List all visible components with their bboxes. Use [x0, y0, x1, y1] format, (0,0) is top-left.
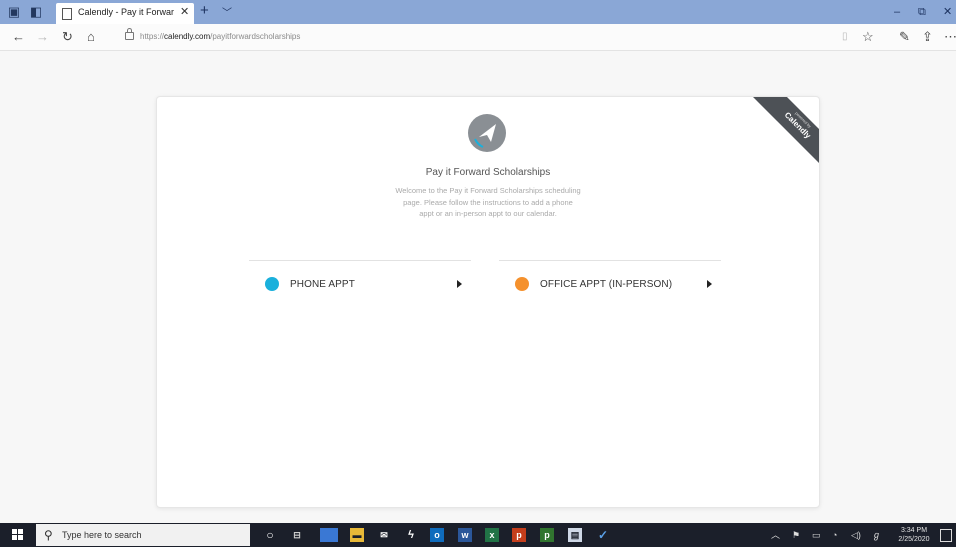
url-field[interactable]: https://calendly.com/payitforwardscholar… [140, 32, 300, 41]
windows-taskbar: ⚲ Type here to search ○ ⊟ ▬ ✉ ϟ o w x p … [0, 523, 956, 547]
event-color-dot [515, 277, 529, 291]
event-type-phone-appt[interactable]: PHONE APPT [249, 260, 471, 311]
forward-icon[interactable]: → [36, 29, 49, 45]
clock-time: 3:34 PM [900, 527, 928, 534]
event-type-office-appt[interactable]: OFFICE APPT (IN-PERSON) [499, 260, 721, 311]
tab-title: Calendly - Pay it Forwar [78, 7, 175, 17]
set-aside-tabs-icon[interactable]: ▣ [6, 4, 22, 20]
browser-tab-calendly[interactable]: Calendly - Pay it Forwar ✕ [56, 3, 194, 24]
lightning-app-icon[interactable]: ϟ [404, 528, 418, 542]
home-icon[interactable]: ⌂ [87, 29, 95, 45]
more-icon[interactable]: ⋯ [944, 29, 956, 45]
pen-tray-icon[interactable]: ℊ [872, 529, 881, 541]
show-hidden-icons-chevron[interactable]: ︿ [771, 529, 780, 541]
close-tab-icon[interactable]: ✕ [180, 6, 189, 18]
browser-title-bar: ▣ ◧ Calendly - Pay it Forwar ✕ + ﹀ – ⧉ ✕ [0, 0, 956, 24]
mail-icon[interactable]: ✉ [377, 528, 391, 542]
powered-by-ribbon[interactable]: powered by Calendly [749, 97, 819, 167]
notes-pen-icon[interactable]: ✎ [899, 29, 910, 45]
share-icon[interactable]: ⇪ [922, 29, 933, 45]
back-icon[interactable]: ← [12, 29, 25, 45]
cortana-icon[interactable]: ○ [263, 528, 277, 542]
organization-logo [468, 114, 506, 152]
search-icon: ⚲ [44, 528, 53, 542]
battery-tray-icon[interactable]: ▭ [812, 529, 821, 541]
notepad-icon[interactable]: ▤ [568, 528, 582, 542]
security-tray-icon[interactable]: ⚑ [792, 529, 800, 541]
task-view-icon[interactable]: ⊟ [290, 528, 304, 542]
caret-right-icon [457, 280, 462, 288]
page-title: Pay it Forward Scholarships [425, 167, 551, 178]
caret-right-icon [707, 280, 712, 288]
excel-icon[interactable]: x [485, 528, 499, 542]
event-color-dot [265, 277, 279, 291]
close-window-icon[interactable]: ✕ [943, 5, 952, 19]
file-explorer-icon[interactable]: ▬ [350, 528, 364, 542]
powerpoint-icon[interactable]: p [512, 528, 526, 542]
volume-tray-icon[interactable]: ◁) [851, 529, 861, 541]
project-icon[interactable]: p [540, 528, 554, 542]
minimize-icon[interactable]: – [894, 5, 900, 19]
refresh-icon[interactable]: ↻ [62, 29, 73, 45]
ribbon-small-text: powered by [794, 110, 813, 129]
address-toolbar: ← → ↻ ⌂ https://calendly.com/payitforwar… [0, 24, 956, 51]
search-placeholder: Type here to search [62, 530, 142, 540]
lock-icon[interactable] [125, 28, 134, 40]
taskbar-search-box[interactable]: ⚲ Type here to search [36, 524, 250, 546]
restore-icon[interactable]: ⧉ [918, 5, 926, 19]
url-domain: calendly.com [164, 32, 211, 41]
word-icon[interactable]: w [458, 528, 472, 542]
url-path: /payitforwardscholarships [210, 32, 301, 41]
url-prefix: https:// [140, 32, 165, 41]
network-tray-icon[interactable]: ◔ [832, 529, 837, 541]
tab-list-chevron-icon[interactable]: ﹀ [222, 4, 232, 19]
action-center-icon[interactable] [940, 529, 952, 542]
pinned-app-icon[interactable]: ✓ [596, 528, 610, 542]
edge-browser-icon[interactable] [320, 528, 338, 542]
new-tab-icon[interactable]: + [200, 2, 209, 19]
start-windows-icon[interactable] [12, 529, 24, 541]
reading-view-icon[interactable]: ▯ [842, 29, 848, 45]
clock-date: 2/25/2020 [898, 536, 930, 543]
outlook-icon[interactable]: o [430, 528, 444, 542]
event-type-label: OFFICE APPT (IN-PERSON) [540, 279, 673, 290]
taskbar-clock[interactable]: 3:34 PM 2/25/2020 [892, 526, 936, 544]
page-description: Welcome to the Pay it Forward Scholarshi… [395, 186, 581, 218]
page-icon [62, 8, 72, 20]
favorite-star-icon[interactable]: ☆ [862, 29, 874, 45]
event-type-label: PHONE APPT [290, 279, 355, 290]
tab-preview-icon[interactable]: ◧ [28, 4, 44, 20]
scheduling-card: powered by Calendly Pay it Forward Schol… [156, 96, 820, 508]
